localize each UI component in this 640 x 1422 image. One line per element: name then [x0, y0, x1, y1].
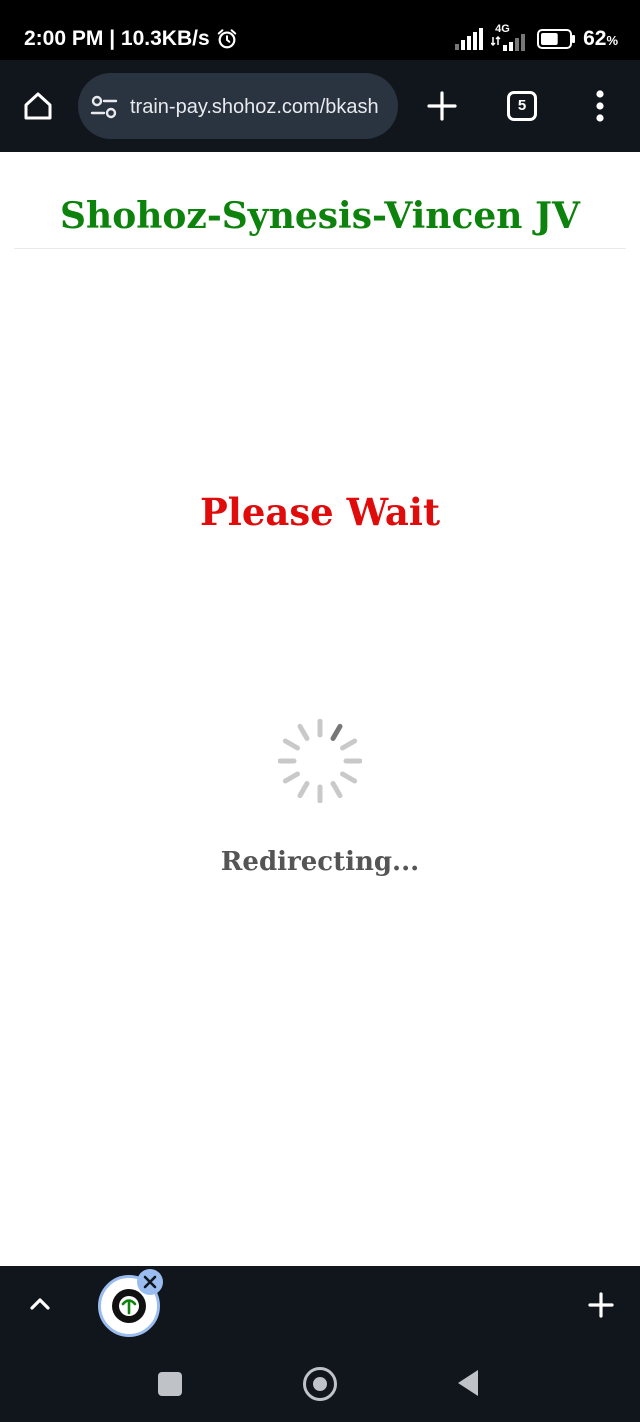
- system-home-button[interactable]: [303, 1367, 337, 1401]
- signal-icon: [455, 28, 484, 50]
- back-icon[interactable]: [456, 1369, 480, 1397]
- add-tab-icon[interactable]: [586, 1290, 616, 1320]
- new-tab-button[interactable]: [422, 86, 462, 126]
- loading-spinner-icon: [278, 719, 362, 803]
- spinner-tick: [297, 723, 310, 741]
- battery-icon: [537, 29, 576, 49]
- status-time-speed: 2:00 PM | 10.3KB/s: [24, 27, 210, 50]
- browser-toolbar: train-pay.shohoz.com/bkash 5: [0, 60, 640, 152]
- url-text[interactable]: train-pay.shohoz.com/bkash: [130, 93, 396, 121]
- status-bar: 2:00 PM | 10.3KB/s 4G 62%: [0, 0, 640, 60]
- alarm-icon: [217, 29, 236, 49]
- close-icon: [143, 1275, 157, 1289]
- system-navigation-bar: [0, 1346, 640, 1422]
- spinner-tick: [340, 771, 358, 784]
- page-title: Shohoz-Synesis-Vincen JV: [60, 195, 580, 237]
- redirecting-status: Redirecting...: [220, 847, 420, 877]
- spinner-tick: [282, 738, 300, 751]
- chevron-up-icon[interactable]: [26, 1290, 54, 1318]
- spinner-tick: [282, 771, 300, 784]
- more-vert-icon[interactable]: [586, 88, 614, 124]
- battery-percent-unit: %: [606, 33, 618, 48]
- home-button[interactable]: [18, 84, 58, 128]
- spinner-tick: [330, 781, 343, 799]
- tune-icon[interactable]: [90, 93, 118, 121]
- battery-percent: 62%: [583, 27, 618, 51]
- address-bar[interactable]: train-pay.shohoz.com/bkash: [78, 73, 398, 139]
- home-dot: [313, 1377, 327, 1391]
- wait-message: Please Wait: [199, 490, 441, 534]
- network-4g-icon: 4G: [491, 23, 531, 51]
- home-icon: [24, 92, 52, 120]
- tab-close-button[interactable]: [137, 1269, 163, 1295]
- status-left: 2:00 PM | 10.3KB/s: [24, 26, 238, 52]
- spinner-tick: [330, 723, 343, 741]
- status-right: 4G 62%: [455, 23, 618, 52]
- spinner-tick: [297, 781, 310, 799]
- tab-group-strip: [0, 1266, 640, 1346]
- battery-percent-value: 62: [583, 27, 607, 50]
- spinner-tick: [340, 738, 358, 751]
- tab-switcher-button[interactable]: 5: [507, 91, 537, 121]
- page-header: Shohoz-Synesis-Vincen JV: [14, 152, 626, 249]
- recents-button[interactable]: [158, 1372, 182, 1396]
